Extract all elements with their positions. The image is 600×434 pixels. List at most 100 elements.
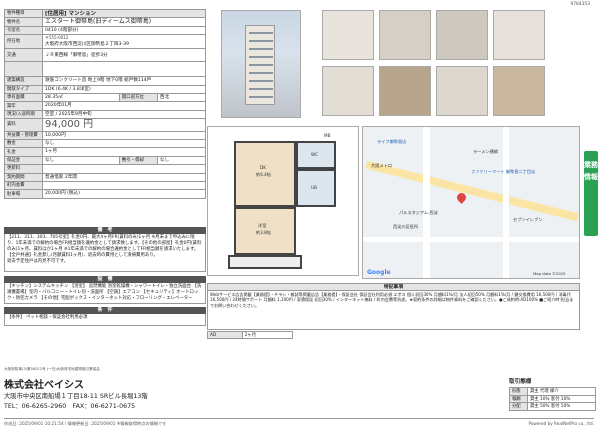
map-road [363, 237, 579, 242]
layout: 1DK (6.4K / 3.8洋室) [42, 84, 206, 94]
room-number: 0410 (4階部分) [42, 25, 206, 36]
location-map[interactable]: ファミリーマート 御幣島二丁目店 ライフ御幣島店 ラーメン横綱 大阪メトロ 西淀… [362, 126, 580, 279]
status: 空室 / 2025年9月中旬 [42, 109, 206, 120]
photo-thumb-4[interactable] [493, 10, 545, 60]
label: 礼金 [4, 147, 43, 157]
label: 築年 [4, 101, 43, 111]
ad-table: AD 2ヶ月 [207, 331, 294, 339]
map-road [423, 127, 430, 278]
photo-thumb-5[interactable] [322, 66, 374, 116]
label: 契約期間 [4, 172, 43, 182]
building-image [245, 25, 275, 105]
company-address: 大阪市中央区南船場１丁目18-11 SRビル長堀13階 [4, 393, 148, 400]
label: 物件種目 [4, 8, 43, 19]
map-road [503, 127, 509, 278]
transaction-ratio: 貸主 50% 客付 50% [527, 402, 596, 411]
renewal-fee [42, 164, 206, 174]
plan-balcony [228, 255, 302, 269]
plan-label-western: 洋室 [258, 223, 267, 228]
label: 交通 [4, 48, 43, 63]
label [4, 61, 43, 78]
deposit: なし [42, 138, 206, 149]
notes-box: 【211、311、303、705号室】礼金0円、最大4ヶ月FR(賃料のみ)1ヶ月… [4, 234, 206, 272]
insurance [42, 180, 206, 191]
company-phone: TEL：06-6265-2960 FAX：06-6271-0675 [4, 403, 136, 410]
transaction-kind: 貸主 代理 媒介 [527, 387, 596, 396]
ad-label: AD [207, 331, 243, 339]
label: 賃料 [4, 118, 43, 132]
shokyaku: なし [156, 155, 207, 166]
photo-thumb-1[interactable] [322, 10, 374, 60]
plan-label-mb: MB [324, 133, 331, 138]
contract-period: 普通借家 2年間 [42, 172, 206, 182]
plan-label-western-size: 約3.8帖 [256, 230, 272, 235]
photo-thumb-2[interactable] [379, 10, 431, 60]
label: 敷引・償却 [118, 155, 158, 166]
label: 共益費・管理費 [4, 130, 43, 141]
parking-fee: 20,000円 (税込) [42, 189, 206, 199]
label: 建築構造 [4, 76, 43, 86]
map-label: 西淀川区役所 [393, 224, 419, 229]
structure: 鉄筋コンクリート造 地上9階 地下0階 総戸数114戸 [42, 76, 206, 86]
transaction-table: 形態 貸主 代理 媒介 報酬 貸主 10% 客付 10% 分配 貸主 50% 客付 5… [509, 387, 596, 411]
remarks-title: 特記事項 [208, 284, 579, 291]
label: 分配 [509, 402, 528, 411]
conditions-title: 条 件 [4, 307, 206, 314]
property-type: [住居用] マンション [42, 8, 206, 19]
equipment-title: 設 備 [4, 276, 206, 283]
key-money: 1ヶ月 [42, 147, 206, 157]
notes-text: 【211、311、303、705号室】礼金0円、最大4ヶ月FR(賃料のみ)1ヶ月… [7, 235, 202, 258]
google-logo: Google [367, 269, 391, 276]
floor-plan[interactable]: DK 約6.4帖 洋室 約3.8帖 MB WC UB [207, 126, 359, 276]
guarantee: なし [42, 155, 120, 166]
notes-text-2: 退去予定住戸は内見不可です。 [7, 258, 69, 264]
plan-label-wc: WC [311, 152, 319, 157]
label: 報酬 [509, 394, 528, 403]
document-id: 9784353 [570, 2, 590, 7]
postal-code: 〒555-0012 [45, 35, 69, 41]
built-date: 2020年01月 [42, 101, 206, 111]
photo-thumb-6[interactable] [379, 66, 431, 116]
property-spec-table: 物件種目 [住居用] マンション 物件名 エスタート御幣島(旧ディームス御幣島) 号… [4, 8, 207, 199]
traffic-extra [42, 61, 206, 78]
address-text: 大阪府大阪市西淀川区御幣島２丁目3-39 [45, 41, 129, 47]
map-label: パルスタジアム 西淀 [399, 210, 438, 215]
balcony-direction: 西北 [156, 92, 207, 103]
management-fee: 10,000円 [42, 130, 206, 141]
label: 町内会費 [4, 180, 43, 191]
map-label: ラーメン横綱 [473, 149, 498, 154]
plan-label-ub: UB [311, 185, 317, 190]
photo-thumb-8[interactable] [493, 66, 545, 116]
notes-title: 備 考 [4, 227, 206, 234]
label: 保証金 [4, 155, 43, 166]
map-label: 大阪メトロ [371, 163, 392, 168]
transaction-title: 取引態様 [509, 379, 532, 385]
transaction-rate: 貸主 10% 客付 10% [527, 394, 596, 403]
label: 駐車場 [4, 189, 43, 199]
map-label: ライフ御幣島店 [377, 139, 407, 144]
business-info-tab[interactable]: 業務情報 [584, 151, 598, 236]
label: 敷金 [4, 138, 43, 149]
equipment-text: 【キッチン】システムキッチン 【浴室】 追焚機能 浴室乾燥機・シャワートイレ・独… [4, 283, 206, 304]
property-name: エスタート御幣島(旧ディームス御幣島) [42, 17, 206, 27]
building-photo[interactable] [221, 10, 301, 118]
conditions-text: 【条件】 ペット相談・保証会社利用必須 [4, 314, 206, 326]
label: 形態 [509, 387, 528, 396]
footer-right: Powered by RealNetPro co., ltd. [528, 421, 594, 426]
label: 更新料 [4, 164, 43, 174]
remarks-box: 特記事項 Webサービス広告掲載【業務提】・チラシ・雑誌等掲載広告【業務提】・保… [207, 283, 580, 330]
floor-area: 28.35㎡ [42, 92, 120, 103]
label: 現況/入居時期 [4, 109, 43, 120]
traffic: ＪＲ東西線「御幣島」徒歩3分 [42, 48, 206, 63]
map-attribution: Map data ©2025 [533, 271, 566, 276]
label: 号室名 [4, 25, 43, 36]
label: 物件名 [4, 17, 43, 27]
address: 〒555-0012 大阪府大阪市西淀川区御幣島２丁目3-39 [42, 34, 206, 50]
rent: 94,000 円 [42, 118, 206, 132]
remarks-text: Webサービス広告掲載【業務提】・チラシ・雑誌等掲載広告【業務提】・保証会社 保… [210, 292, 574, 308]
photo-thumb-3[interactable] [436, 10, 488, 60]
footer: 作成日: 2025/09/01 10:21:54 / 情報更新日: 2025/0… [4, 418, 594, 427]
map-label: ファミリーマート 御幣島二丁目店 [471, 169, 536, 174]
photo-thumb-7[interactable] [436, 66, 488, 116]
plan-label-dk: DK [260, 165, 266, 170]
